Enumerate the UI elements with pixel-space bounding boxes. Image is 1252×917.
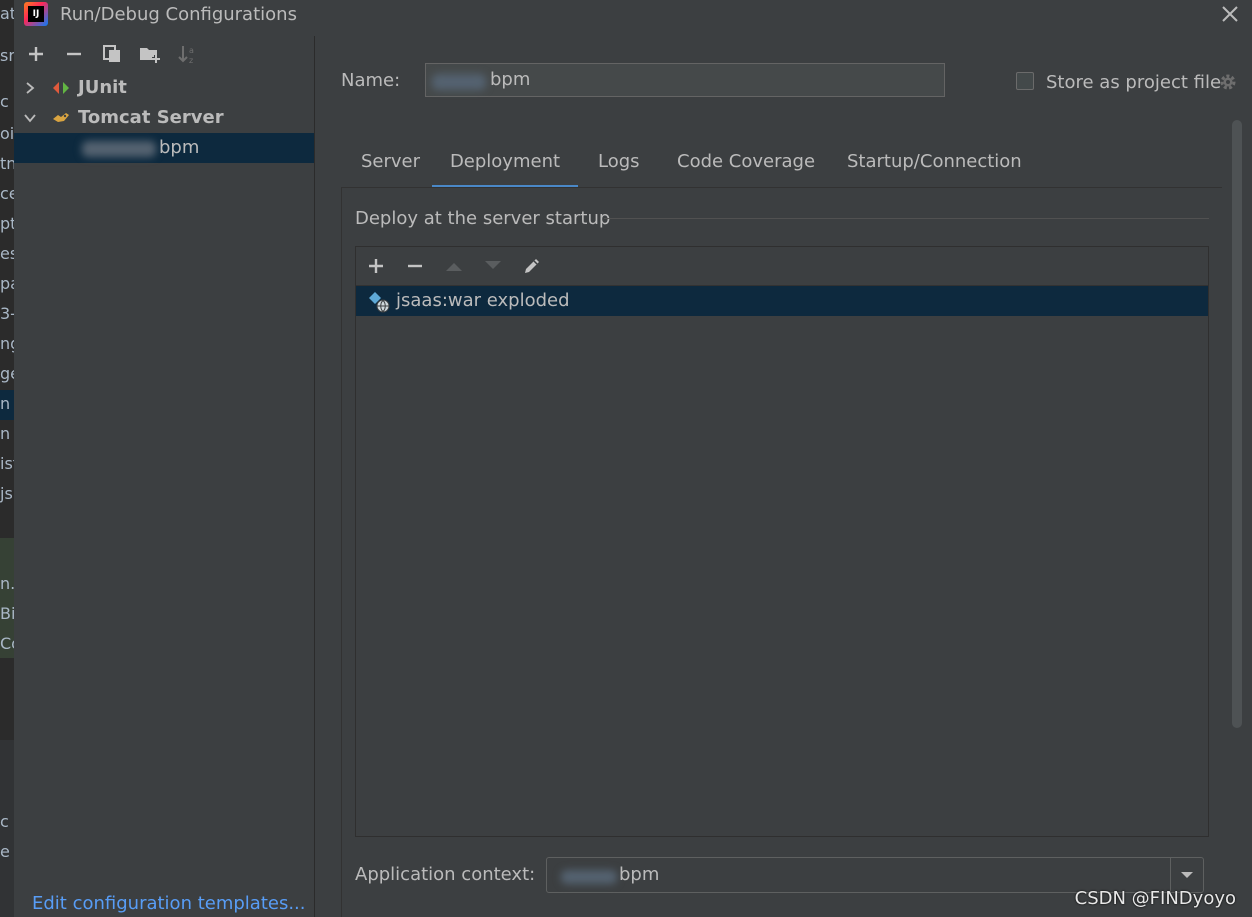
deploy-toolbar <box>356 247 1208 286</box>
remove-icon[interactable] <box>403 254 427 278</box>
tree-item-tomcat-server[interactable]: Tomcat Server <box>14 103 314 133</box>
tree-toolbar: az <box>24 42 200 66</box>
redacted-text <box>82 141 156 157</box>
ide-text-fragment: pt <box>0 214 14 233</box>
ide-text-fragment: ng <box>0 334 14 353</box>
chevron-down-icon[interactable] <box>24 112 36 124</box>
ide-text-fragment: oi <box>0 124 14 143</box>
edit-configuration-templates-link[interactable]: Edit configuration templates... <box>32 893 306 914</box>
ide-text-fragment: ce <box>0 184 14 203</box>
deploy-section-title: Deploy at the server startup <box>355 208 611 229</box>
panel-divider <box>314 36 315 917</box>
ide-text-fragment: n <box>0 424 11 443</box>
arrow-up-icon[interactable] <box>442 254 466 278</box>
ide-text-fragment: at <box>0 4 14 23</box>
dropdown-arrow-icon[interactable] <box>1170 858 1203 892</box>
arrow-down-icon[interactable] <box>481 254 505 278</box>
tab-server[interactable]: Server <box>361 142 420 188</box>
gear-icon[interactable] <box>1218 72 1238 92</box>
vertical-scrollbar[interactable] <box>1232 120 1242 728</box>
watermark: CSDN @FINDyoyo <box>1074 888 1236 909</box>
ide-text-fragment: ist <box>0 454 14 473</box>
close-icon[interactable] <box>1218 2 1242 26</box>
sort-icon[interactable]: az <box>176 42 200 66</box>
ide-text-fragment: js <box>0 484 13 503</box>
chevron-right-icon[interactable] <box>24 82 36 94</box>
window-title: Run/Debug Configurations <box>60 4 297 25</box>
ide-text-fragment: n.r <box>0 574 14 593</box>
tree-item-label: JUnit <box>78 77 127 98</box>
name-label: Name: <box>341 70 401 91</box>
store-as-project-file-checkbox[interactable] <box>1016 72 1034 90</box>
name-input-value: bpm <box>490 69 531 90</box>
application-context-label: Application context: <box>355 864 536 885</box>
ide-text-fragment: c <box>0 812 9 831</box>
edit-icon[interactable] <box>520 254 544 278</box>
title-bar: IJ Run/Debug Configurations <box>14 0 1252 32</box>
tree-item-label: bpm <box>159 137 200 158</box>
ide-text-fragment: 3- <box>0 304 14 323</box>
ide-text-fragment: es <box>0 244 14 263</box>
tab-code-coverage[interactable]: Code Coverage <box>677 142 815 188</box>
add-icon[interactable] <box>364 254 388 278</box>
ide-text-fragment: Co <box>0 634 14 653</box>
app-logo-icon: IJ <box>24 2 48 26</box>
junit-icon <box>53 82 69 94</box>
ide-text-fragment: c <box>0 92 9 111</box>
deploy-list-panel: jsaas:war exploded <box>355 246 1209 837</box>
ide-text-fragment: ge <box>0 364 14 383</box>
ide-background-strip: at sr c oi tn ce pt es pa 3- ng ge n n i… <box>0 0 14 917</box>
store-as-project-file-label[interactable]: Store as project file <box>1046 72 1221 93</box>
tab-startup-connection[interactable]: Startup/Connection <box>847 142 1022 188</box>
deploy-list-item[interactable]: jsaas:war exploded <box>356 286 1208 316</box>
tab-deployment[interactable]: Deployment <box>432 142 578 188</box>
tree-item-label: Tomcat Server <box>78 107 224 128</box>
remove-icon[interactable] <box>62 42 86 66</box>
ide-text-fragment: sr <box>0 46 14 65</box>
ide-text-fragment: e <box>0 842 10 861</box>
add-icon[interactable] <box>24 42 48 66</box>
redacted-text <box>561 870 617 884</box>
ide-text-fragment: Bi <box>0 604 14 623</box>
svg-text:z: z <box>189 56 193 65</box>
configuration-tree: JUnit Tomcat Server bpm <box>14 73 314 163</box>
tomcat-icon <box>53 113 69 122</box>
copy-icon[interactable] <box>100 42 124 66</box>
ide-text-fragment: n <box>0 394 11 413</box>
ide-text-fragment: tn <box>0 154 14 173</box>
name-input[interactable]: bpm <box>425 63 945 97</box>
ide-text-fragment: pa <box>0 274 14 293</box>
tree-item-bpm[interactable]: bpm <box>14 133 314 163</box>
folder-add-icon[interactable] <box>138 42 162 66</box>
deploy-item-label: jsaas:war exploded <box>396 290 570 311</box>
tab-logs[interactable]: Logs <box>598 142 640 188</box>
configuration-tree-panel: az JUnit Tomcat Server bpm Edit configur… <box>14 36 314 917</box>
tree-item-junit[interactable]: JUnit <box>14 73 314 103</box>
application-context-value: bpm <box>619 864 660 885</box>
section-divider <box>604 218 1209 219</box>
svg-text:a: a <box>189 46 194 55</box>
artifact-icon <box>369 292 390 313</box>
redacted-text <box>432 74 486 90</box>
